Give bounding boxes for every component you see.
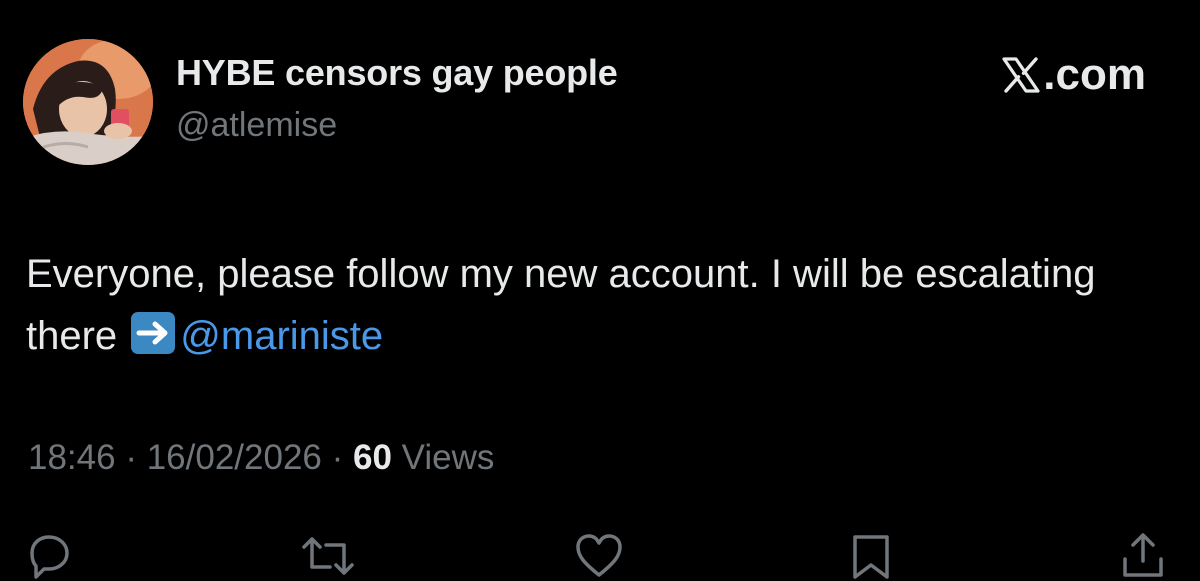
share-button[interactable] [1118,531,1168,581]
right-arrow-emoji [131,312,176,354]
bookmark-button[interactable] [846,531,896,581]
action-bar [0,525,1200,579]
repost-button[interactable] [300,531,354,581]
like-button[interactable] [574,531,624,581]
brand-domain: .com [1043,50,1146,99]
meta-separator: · [115,438,147,477]
tweet-meta: 18:46 · 16/02/2026 · 60 Views [28,438,494,478]
tweet-card: HYBE censors gay people @atlemise .com E… [0,0,1200,579]
tweet-text: Everyone, please follow my new account. … [26,243,1166,367]
avatar[interactable] [23,39,153,165]
repost-icon [302,537,354,575]
share-icon [1123,533,1163,577]
x-logo-icon [1002,57,1040,93]
views-count[interactable]: 60 [353,438,392,477]
mention-link[interactable]: @mariniste [180,314,383,358]
brand-watermark: .com [1001,50,1146,100]
reply-button[interactable] [24,531,74,581]
meta-separator: · [321,438,353,477]
bookmark-icon [853,535,889,579]
author-display-name[interactable]: HYBE censors gay people [176,52,618,94]
author-handle[interactable]: @atlemise [176,106,337,145]
tweet-date[interactable]: 16/02/2026 [147,438,322,477]
like-icon [576,534,622,577]
tweet-time[interactable]: 18:46 [28,438,116,477]
views-label[interactable]: Views [402,438,495,477]
reply-icon [30,535,69,579]
